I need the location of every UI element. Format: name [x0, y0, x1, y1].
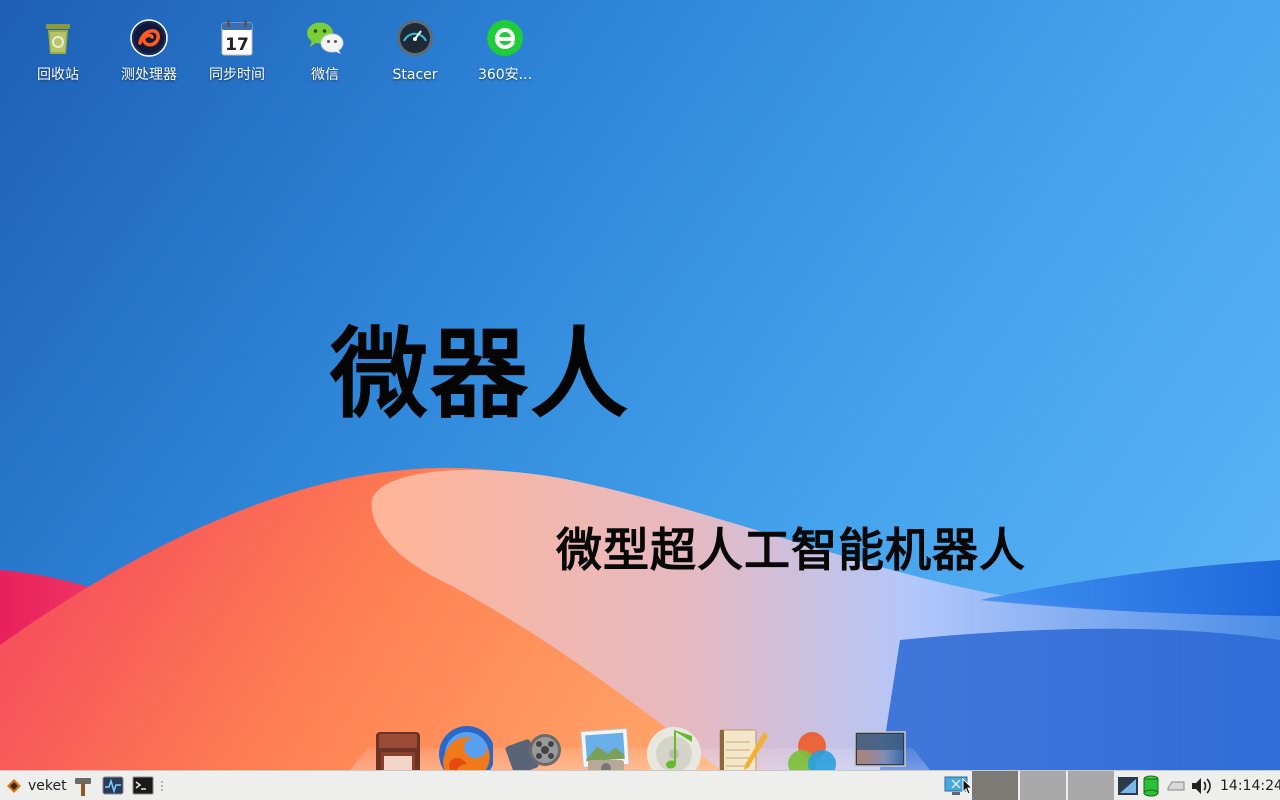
dock-video-player[interactable] [505, 724, 561, 770]
system-monitor-icon [102, 776, 124, 794]
dock-show-desktop[interactable] [852, 724, 908, 770]
stacer-icon [395, 18, 435, 58]
launcher-terminal[interactable] [132, 771, 154, 800]
tray-network-signal[interactable] [1118, 771, 1138, 800]
wallpaper-waves [0, 467, 1280, 770]
tray-storage[interactable] [1142, 771, 1160, 800]
desktop-icon-label: Stacer [392, 67, 438, 83]
dock-notepad[interactable] [714, 724, 770, 770]
desktop-icon-stacer[interactable]: Stacer [370, 18, 460, 94]
dock-file-manager[interactable] [370, 724, 426, 770]
tray-keyboard[interactable] [1166, 771, 1186, 800]
desktop-icon-wechat[interactable]: 微信 [280, 18, 370, 94]
veket-logo-icon [7, 778, 21, 793]
calendar-icon: 17 [217, 18, 257, 58]
hammer-icon [75, 777, 91, 796]
launcher-system-monitor[interactable] [102, 771, 124, 800]
dock-music-player[interactable] [646, 724, 702, 770]
clock-time: 14:14:24 [1220, 777, 1280, 794]
storage-drive-icon [1143, 775, 1159, 796]
desktop-show-icon [854, 731, 906, 767]
start-menu-button[interactable]: veket [6, 771, 67, 800]
desktop: 回收站 测处理器 17 同步时间 微信 Stacer 360安... 微器人 微… [0, 0, 1280, 770]
desktop-icon-sync-time[interactable]: 17 同步时间 [192, 18, 282, 94]
launcher-tools[interactable] [72, 771, 94, 800]
wechat-icon [305, 18, 345, 58]
notepad-icon [719, 729, 768, 770]
workspace-2[interactable] [1020, 771, 1066, 800]
network-signal-icon [1118, 776, 1138, 795]
trash-icon [38, 18, 78, 58]
desktop-icon-360-browser[interactable]: 360安... [460, 18, 550, 94]
taskbar-clock[interactable]: 14:14:24 [1220, 771, 1280, 800]
taskbar: veket 14:14:24 [0, 770, 1280, 800]
desktop-icon-label: 微信 [311, 67, 339, 83]
terminal-icon [132, 776, 154, 794]
desktop-icon-trash[interactable]: 回收站 [13, 18, 103, 94]
dock-color-picker[interactable] [784, 724, 840, 770]
desktop-icon-cpu-test[interactable]: 测处理器 [104, 18, 194, 94]
wallpaper-title: 微器人 [330, 318, 631, 432]
taskbar-separator-handle [160, 771, 164, 800]
workspace-1[interactable] [972, 771, 1018, 800]
desktop-icon-label: 回收站 [37, 67, 79, 83]
volume-icon [1192, 777, 1211, 794]
firefox-icon [439, 726, 493, 770]
dock-firefox[interactable] [437, 724, 493, 770]
browser-360-icon [485, 18, 525, 58]
tray-volume[interactable] [1190, 771, 1212, 800]
video-player-icon [505, 734, 561, 770]
cpu-test-icon [129, 18, 169, 58]
start-menu-label: veket [28, 777, 67, 794]
color-picker-icon [788, 732, 836, 770]
desktop-icon-label: 同步时间 [209, 67, 265, 83]
dock-image-viewer[interactable] [578, 724, 634, 770]
calendar-day: 17 [225, 35, 249, 55]
workspace-3[interactable] [1068, 771, 1114, 800]
image-viewer-icon [580, 727, 630, 770]
wallpaper-subtitle: 微型超人工智能机器人 [556, 523, 1026, 577]
music-player-icon [647, 727, 701, 770]
desktop-icon-label: 360安... [477, 67, 533, 83]
desktop-icon-label: 测处理器 [121, 67, 177, 83]
file-manager-icon [376, 732, 420, 770]
keyboard-icon [1167, 781, 1185, 790]
